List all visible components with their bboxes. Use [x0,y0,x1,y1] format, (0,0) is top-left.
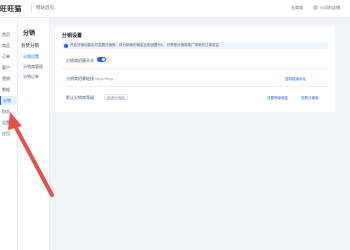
default-level-chip[interactable]: 普通分销商 [104,94,128,100]
primary-sidebar: 首页商品订单客户营销数据分销财务设置应用 [0,18,18,250]
subnav-title: 分销 [23,31,36,37]
sidebar-item[interactable]: 应用 [0,129,18,138]
copy-link-button[interactable]: 复制链接地址 [285,77,306,82]
sidebar-item[interactable]: 订单 [0,52,18,61]
row-divider [62,86,328,87]
view-distributors-link[interactable]: 查看分销商 [301,96,319,101]
sidebar-item[interactable]: 财务 [0,107,18,116]
sidebar-item[interactable]: 设置 [0,118,18,127]
secondary-nav: 分销 有赞分销 分销设置 分销商管理 分销订单 [18,18,50,250]
sidebar-item[interactable]: 营销 [0,74,18,83]
subnav-item-orders[interactable]: 分销订单 [23,74,39,80]
info-notice: 开启分销功能后可发展分销商，将分销商的佣金比例设置为0，可享受分销商推广带来的订… [62,42,328,49]
sidebar-item[interactable]: 商品 [0,41,18,50]
sidebar-item[interactable]: 客户 [0,63,18,72]
row-divider [62,68,328,69]
user-name: 小邓的店铺 [320,5,340,10]
recruit-toggle[interactable] [97,57,106,62]
info-icon [64,43,68,48]
top-bar: 旺旺猫 网站首页 去商城 小邓的店铺 [0,0,350,18]
user-menu[interactable]: 小邓的店铺 [313,5,340,11]
go-shop-link[interactable]: 去商城 [291,5,303,11]
sidebar-item[interactable]: 数据 [0,85,18,94]
default-level-label: 默认分销商等级 [66,95,94,100]
panel-title: 分销设置 [62,33,83,39]
avatar [313,5,318,11]
recruit-link-value: https://shop... [95,76,117,81]
subnav-item-settings[interactable]: 分销设置 [23,54,39,60]
settings-panel: 分销设置 开启分销功能后可发展分销商，将分销商的佣金比例设置为0，可享受分销商推… [55,27,335,112]
toggle-knob [101,57,106,62]
subnav-group-label: 有赞分销 [21,43,39,48]
switch-label: 分销商招募开关 [66,58,94,63]
recruit-link-label: 分销商招募链接 [66,76,94,81]
app-logo[interactable]: 旺旺猫 [0,4,22,14]
sidebar-item[interactable]: 分销 [0,96,18,105]
topbar-right: 去商城 小邓的店铺 [291,5,340,11]
notice-text: 开启分销功能后可发展分销商，将分销商的佣金比例设置为0，可享受分销商推广带来的订… [70,43,219,47]
breadcrumb[interactable]: 网站首页 [36,5,54,11]
set-commission-link[interactable]: 设置等级佣金 [267,96,288,101]
topbar-divider [31,3,32,13]
subnav-item-distributors[interactable]: 分销商管理 [23,64,43,70]
sidebar-item[interactable]: 首页 [0,30,18,39]
